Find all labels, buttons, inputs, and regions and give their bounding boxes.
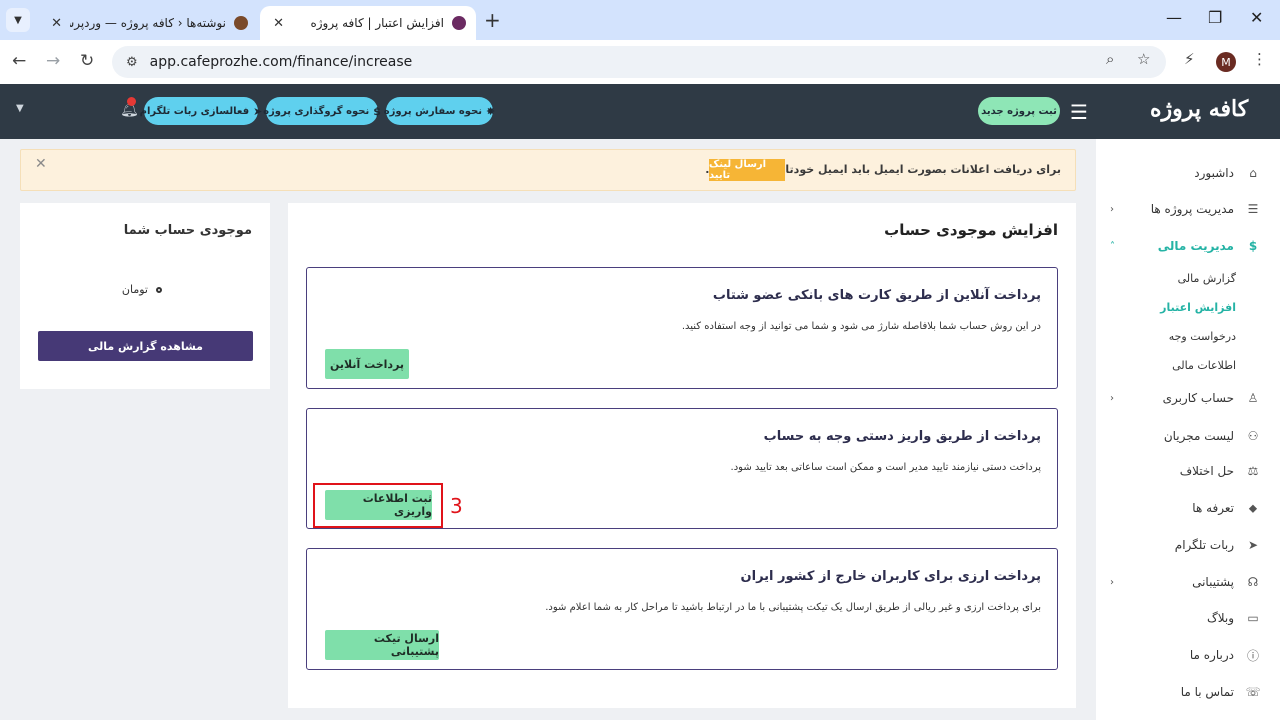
site-info-icon[interactable]: ⚙ — [126, 55, 138, 70]
telegram-bot-button[interactable]: ➤ فعالسازی ربات تلگرام — [140, 97, 262, 125]
how-to-deposit-button[interactable]: $ نحوه گروگذاری پروژه — [263, 97, 381, 125]
browser-tab-strip: ▼ نوشته‌ها ‹ کافه پروژه — وردپرس ✕ افزای… — [0, 0, 1280, 40]
phone-icon: ☏ — [1245, 685, 1261, 699]
sidebar-item-contact[interactable]: ☏ تماس با ما — [1096, 675, 1280, 709]
dollar-icon: $ — [1248, 239, 1258, 253]
hamburger-menu-icon[interactable]: ☰ — [1070, 100, 1088, 124]
chevron-left-icon: ‹ — [1110, 392, 1114, 404]
users-icon: ⚇ — [1247, 429, 1259, 443]
favicon-icon — [452, 16, 466, 30]
alert-close-icon[interactable]: ✕ — [35, 156, 47, 172]
chevron-down-icon: ▼ — [14, 14, 22, 26]
rocket-icon: ✸ — [486, 104, 496, 118]
balance-amount: تومان — [122, 283, 162, 296]
method-description: در این روش حساب شما بلافاصله شارژ می شود… — [681, 321, 1041, 332]
restore-icon[interactable]: ❐ — [1208, 8, 1222, 27]
new-project-button[interactable]: ثبت پروژه جدید — [978, 97, 1060, 125]
browser-tab-posts[interactable]: نوشته‌ها ‹ کافه پروژه — وردپرس ✕ — [38, 6, 258, 40]
app-header: کافه پروژه ☰ ثبت پروژه جدید ✸ نحوه سفارش… — [0, 84, 1280, 139]
chevron-up-icon: ˄ — [1110, 240, 1115, 252]
account-balance-card: موجودی حساب شما تومان مشاهده گزارش مالی — [20, 203, 270, 389]
method-title: پرداخت آنلاین از طریق کارت های بانکی عضو… — [712, 288, 1041, 303]
minimize-icon[interactable]: — — [1166, 8, 1182, 27]
window-close-icon[interactable]: ✕ — [1250, 8, 1263, 27]
site-logo[interactable]: کافه پروژه — [1150, 96, 1248, 122]
send-support-ticket-button[interactable]: ارسال تیکت پشتیبانی — [325, 630, 439, 660]
new-tab-plus-icon[interactable]: + — [484, 8, 501, 32]
method-title: پرداخت از طریق واریز دستی وجه به حساب — [763, 429, 1041, 444]
browser-toolbar: ← → ↻ ⚙ app.cafeprozhe.com/finance/incre… — [0, 40, 1280, 84]
method-foreign-card: پرداخت ارزی برای کاربران خارج از کشور ای… — [306, 548, 1058, 670]
scale-icon: ⚖ — [1247, 464, 1259, 478]
telegram-icon: ➤ — [253, 104, 263, 118]
increase-balance-card: افزایش موجودی حساب پرداخت آنلاین از طریق… — [288, 203, 1076, 708]
sidebar-item-tariffs[interactable]: ⬥ تعرفه ها — [1096, 491, 1280, 525]
chevron-left-icon: ‹ — [1110, 576, 1114, 588]
online-payment-button[interactable]: پرداخت آنلاین — [325, 349, 409, 379]
step-highlight-box — [313, 483, 443, 528]
info-icon: ⓘ — [1246, 648, 1259, 663]
url-text: app.cafeprozhe.com/finance/increase — [149, 54, 413, 70]
user-icon: ♙ — [1247, 391, 1259, 405]
forward-arrow-icon[interactable]: → — [46, 51, 60, 71]
sidebar-item-blog[interactable]: ▭ وبلاگ — [1096, 601, 1280, 635]
sidebar-sub-withdraw[interactable]: درخواست وجه — [1096, 323, 1280, 349]
browser-tab-increase-credit[interactable]: افزایش اعتبار | کافه پروژه ✕ — [260, 6, 476, 40]
sidebar-item-disputes[interactable]: ⚖ حل اختلاف — [1096, 454, 1280, 488]
method-description: برای پرداخت ارزی و غیر ریالی از طریق ارس… — [545, 602, 1041, 613]
sidebar-sub-financial-report[interactable]: گزارش مالی — [1096, 265, 1280, 291]
sidebar-sub-increase-credit[interactable]: افزایش اعتبار — [1096, 294, 1280, 320]
address-bar[interactable]: ⚙ app.cafeprozhe.com/finance/increase — [112, 46, 1166, 78]
chevron-down-icon[interactable]: ▼ — [16, 103, 24, 114]
sidebar-item-freelancers[interactable]: ⚇ لیست مجریان — [1096, 419, 1280, 453]
chevron-left-icon: ‹ — [1110, 203, 1114, 215]
back-arrow-icon[interactable]: ← — [12, 51, 26, 71]
book-icon: ▭ — [1247, 611, 1259, 625]
sidebar-item-account[interactable]: ♙ حساب کاربری ‹ — [1096, 381, 1280, 415]
step-number: 3 — [450, 494, 463, 518]
home-icon: ⌂ — [1249, 166, 1257, 180]
notification-badge — [127, 97, 136, 106]
email-verify-alert: برای دریافت اعلانات بصورت ایمیل باید ایم… — [20, 149, 1076, 191]
method-title: پرداخت ارزی برای کاربران خارج از کشور ای… — [740, 569, 1041, 584]
list-icon: ☰ — [1247, 202, 1259, 216]
method-online-card: پرداخت آنلاین از طریق کارت های بانکی عضو… — [306, 267, 1058, 389]
send-verify-link-button[interactable]: ارسال لینک تایید — [709, 159, 785, 181]
bookmark-star-icon[interactable]: ☆ — [1137, 50, 1150, 68]
view-financial-report-button[interactable]: مشاهده گزارش مالی — [38, 331, 253, 361]
reload-icon[interactable]: ↻ — [80, 51, 94, 71]
telegram-icon: ➤ — [1247, 538, 1259, 552]
sidebar-item-telegram-bot[interactable]: ➤ ربات تلگرام — [1096, 528, 1280, 562]
zoom-icon[interactable]: ⌕ — [1106, 50, 1114, 68]
page-title: افزایش موجودی حساب — [884, 221, 1058, 239]
profile-avatar[interactable]: M — [1216, 52, 1236, 72]
sidebar-item-projects[interactable]: ☰ مدیریت پروژه ها ‹ — [1096, 192, 1280, 226]
circle-icon — [156, 286, 162, 293]
balance-title: موجودی حساب شما — [123, 223, 252, 238]
tab-search-button[interactable]: ▼ — [6, 8, 30, 32]
close-icon[interactable]: ✕ — [48, 16, 62, 31]
sidebar-item-support[interactable]: ☊ پشتیبانی ‹ — [1096, 565, 1280, 599]
sidebar-item-about[interactable]: ⓘ درباره ما — [1096, 638, 1280, 672]
tag-icon: ⬥ — [1248, 500, 1258, 515]
close-icon[interactable]: ✕ — [270, 16, 284, 31]
sidebar-item-finance[interactable]: $ مدیریت مالی ˄ — [1096, 229, 1280, 263]
sidebar-item-dashboard[interactable]: ⌂ داشبورد — [1096, 156, 1280, 190]
method-description: پرداخت دستی نیازمند تایید مدیر است و ممک… — [730, 462, 1041, 473]
sidebar-sub-financial-info[interactable]: اطلاعات مالی — [1096, 352, 1280, 378]
how-to-order-button[interactable]: ✸ نحوه سفارش پروژه — [384, 97, 496, 125]
money-bag-icon: $ — [373, 104, 381, 118]
favicon-icon — [234, 16, 248, 30]
sidebar: ⌂ داشبورد ☰ مدیریت پروژه ها ‹ $ مدیریت م… — [1096, 139, 1280, 720]
extensions-icon[interactable]: ⚡ — [1184, 50, 1195, 68]
headset-icon: ☊ — [1247, 575, 1259, 589]
menu-kebab-icon[interactable]: ⋮ — [1252, 50, 1267, 68]
